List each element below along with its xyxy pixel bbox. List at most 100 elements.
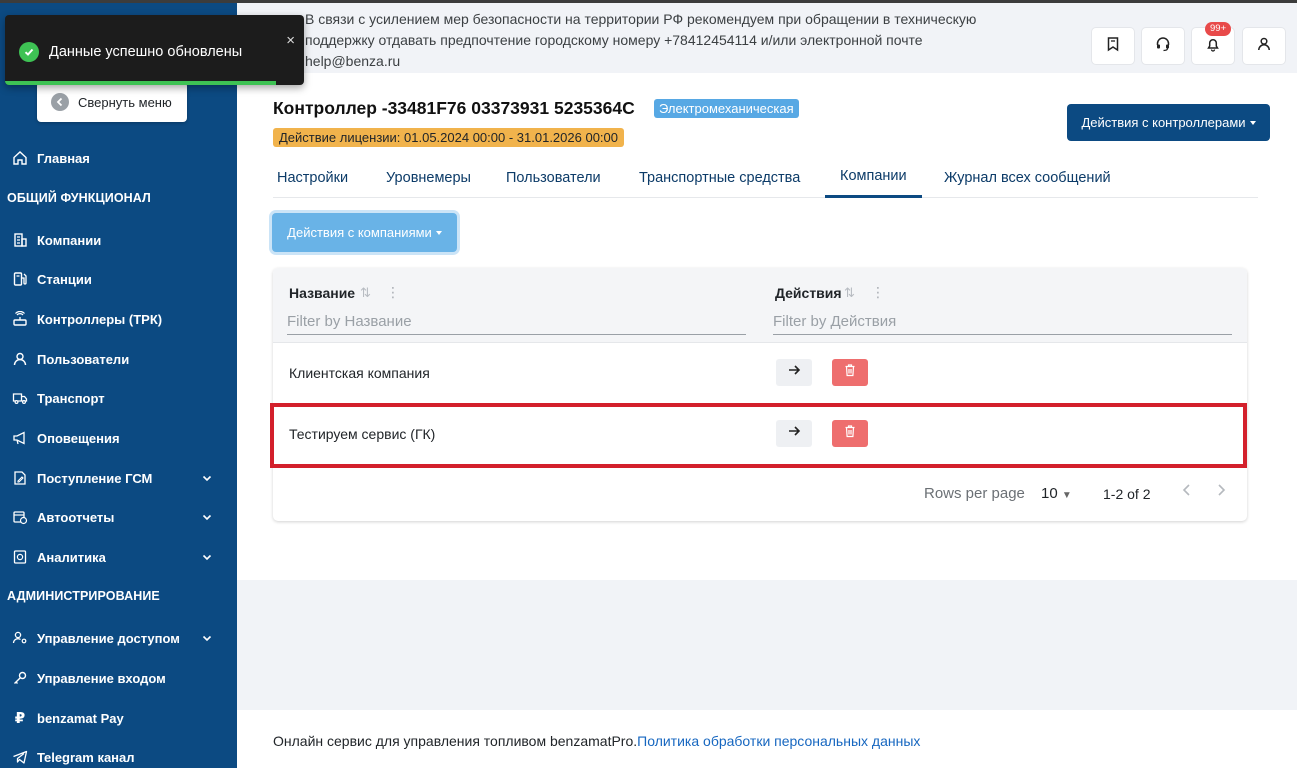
toast-message: Данные успешно обновлены	[49, 44, 243, 60]
license-badge: Действие лицензии: 01.05.2024 00:00 - 31…	[273, 128, 624, 147]
prev-page-icon[interactable]	[1181, 482, 1193, 502]
table-row: Тестируем сервис (ГК)	[273, 404, 1247, 465]
open-company-button[interactable]	[776, 420, 812, 447]
sidebar-item-transport[interactable]: Транспорт	[0, 383, 237, 413]
footer-text: Онлайн сервис для управления топливом be…	[273, 733, 638, 749]
company-name: Клиентская компания	[289, 365, 430, 381]
user-key-icon	[10, 628, 30, 648]
notice-line: help@benza.ru	[305, 53, 401, 69]
sidebar-item-stations[interactable]: Станции	[0, 264, 237, 294]
telegram-icon	[10, 747, 30, 767]
next-page-icon[interactable]	[1215, 482, 1227, 502]
privacy-policy-link[interactable]: Политика обработки персональных данных	[637, 733, 920, 749]
page-footer: Онлайн сервис для управления топливом be…	[273, 733, 920, 749]
delete-company-button[interactable]	[832, 420, 868, 447]
sidebar-item-label: Управление входом	[37, 670, 166, 686]
sidebar-section-admin: АДМИНИСТРИРОВАНИЕ	[7, 589, 160, 603]
check-circle-icon	[19, 42, 39, 62]
bookmark-button[interactable]	[1092, 28, 1134, 64]
notifications-button[interactable]: 99+	[1192, 22, 1234, 64]
support-button[interactable]	[1142, 28, 1184, 64]
sidebar-item-label: Контроллеры (ТРК)	[37, 311, 163, 327]
notification-count-badge: 99+	[1205, 22, 1232, 36]
sidebar-item-label: Автоотчеты	[37, 509, 115, 525]
column-menu-icon[interactable]: ⋮	[871, 284, 885, 301]
sidebar-item-access-control[interactable]: Управление доступом	[0, 623, 237, 653]
chevron-down-icon	[202, 471, 212, 486]
sidebar-item-label: Станции	[37, 271, 92, 287]
table-header: Название ⇅ ⋮ Действия ⇅ ⋮	[273, 268, 1247, 343]
sidebar-item-companies[interactable]: Компании	[0, 225, 237, 255]
rows-per-page-label: Rows per page	[924, 485, 1025, 502]
sidebar-item-label: Telegram канал	[37, 749, 135, 765]
sort-icon[interactable]: ⇅	[844, 285, 855, 301]
sidebar-section-general: ОБЩИЙ ФУНКЦИОНАЛ	[7, 191, 151, 205]
table-row: Клиентская компания	[273, 343, 1247, 404]
success-toast: Данные успешно обновлены ×	[5, 15, 304, 85]
controller-type-badge: Электромеханическая	[654, 99, 799, 118]
window-top-strip	[0, 0, 1297, 3]
caret-down-icon	[435, 230, 442, 235]
collapse-menu-button[interactable]: Свернуть меню	[37, 82, 187, 122]
trash-icon	[843, 424, 857, 443]
megaphone-icon	[10, 428, 30, 448]
sidebar-item-home[interactable]: Главная	[0, 143, 237, 173]
companies-table: Название ⇅ ⋮ Действия ⇅ ⋮ Клиентская ком…	[273, 268, 1247, 521]
tab-level-gauges[interactable]: Уровнемеры	[382, 157, 475, 198]
company-actions-label: Действия с компаниями	[287, 225, 432, 240]
open-company-button[interactable]	[776, 359, 812, 386]
router-icon	[10, 309, 30, 329]
column-header-actions[interactable]: Действия	[775, 285, 842, 301]
sort-icon[interactable]: ⇅	[360, 285, 371, 301]
user-icon	[1256, 36, 1272, 57]
sidebar-item-users[interactable]: Пользователи	[0, 344, 237, 374]
sidebar-item-label: Поступление ГСМ	[37, 470, 153, 486]
document-edit-icon	[10, 468, 30, 488]
sidebar-item-fuel-receipt[interactable]: Поступление ГСМ	[0, 463, 237, 493]
tab-vehicles[interactable]: Транспортные средства	[635, 157, 804, 198]
tab-settings[interactable]: Настройки	[273, 157, 352, 198]
arrow-right-icon	[787, 363, 801, 382]
chart-document-icon	[10, 547, 30, 567]
sidebar-item-benzamat-pay[interactable]: ₽ benzamat Pay	[0, 703, 237, 733]
tab-users[interactable]: Пользователи	[502, 157, 605, 198]
arrow-right-icon	[787, 424, 801, 443]
notice-line: поддержку отдавать предпочтение городско…	[305, 32, 923, 48]
chevron-down-icon	[202, 631, 212, 646]
tab-companies[interactable]: Компании	[825, 157, 922, 198]
toast-progress-bar	[5, 81, 276, 85]
close-icon[interactable]: ×	[286, 32, 295, 49]
sidebar-item-label: Пользователи	[37, 351, 130, 367]
truck-icon	[10, 388, 30, 408]
delete-company-button[interactable]	[832, 359, 868, 386]
column-header-name[interactable]: Название	[289, 285, 355, 301]
filter-name-input[interactable]	[287, 308, 746, 335]
rows-per-page-select[interactable]: 10 ▼	[1041, 485, 1072, 502]
sidebar-item-analytics[interactable]: Аналитика	[0, 542, 237, 572]
company-actions-button[interactable]: Действия с компаниями	[272, 213, 457, 252]
security-notice: В связи с усилением мер безопасности на …	[305, 9, 1035, 72]
sidebar-item-telegram[interactable]: Telegram канал	[0, 742, 237, 768]
sidebar-item-notifications[interactable]: Оповещения	[0, 423, 237, 453]
sidebar-item-label: Управление доступом	[37, 630, 180, 646]
content-footer-band	[237, 580, 1297, 710]
notice-line: В связи с усилением мер безопасности на …	[305, 11, 977, 27]
tab-message-log[interactable]: Журнал всех сообщений	[940, 157, 1115, 198]
trash-icon	[843, 363, 857, 382]
fuel-station-icon	[10, 269, 30, 289]
sidebar-item-controllers[interactable]: Контроллеры (ТРК)	[0, 304, 237, 334]
filter-actions-input[interactable]	[773, 308, 1232, 335]
sidebar-item-login-control[interactable]: Управление входом	[0, 663, 237, 693]
bookmark-icon	[1105, 36, 1121, 57]
controller-actions-button[interactable]: Действия с контроллерами	[1067, 104, 1270, 141]
key-icon	[10, 668, 30, 688]
home-icon	[10, 148, 30, 168]
chevron-down-icon	[202, 510, 212, 525]
arrow-left-circle-icon	[51, 93, 69, 111]
sidebar-item-label: Компании	[37, 232, 102, 248]
profile-button[interactable]	[1243, 28, 1285, 64]
sidebar-item-autoreports[interactable]: Автоотчеты	[0, 502, 237, 532]
sidebar-item-label: Транспорт	[37, 390, 105, 406]
sidebar-item-label: benzamat Pay	[37, 710, 124, 726]
column-menu-icon[interactable]: ⋮	[386, 284, 400, 301]
